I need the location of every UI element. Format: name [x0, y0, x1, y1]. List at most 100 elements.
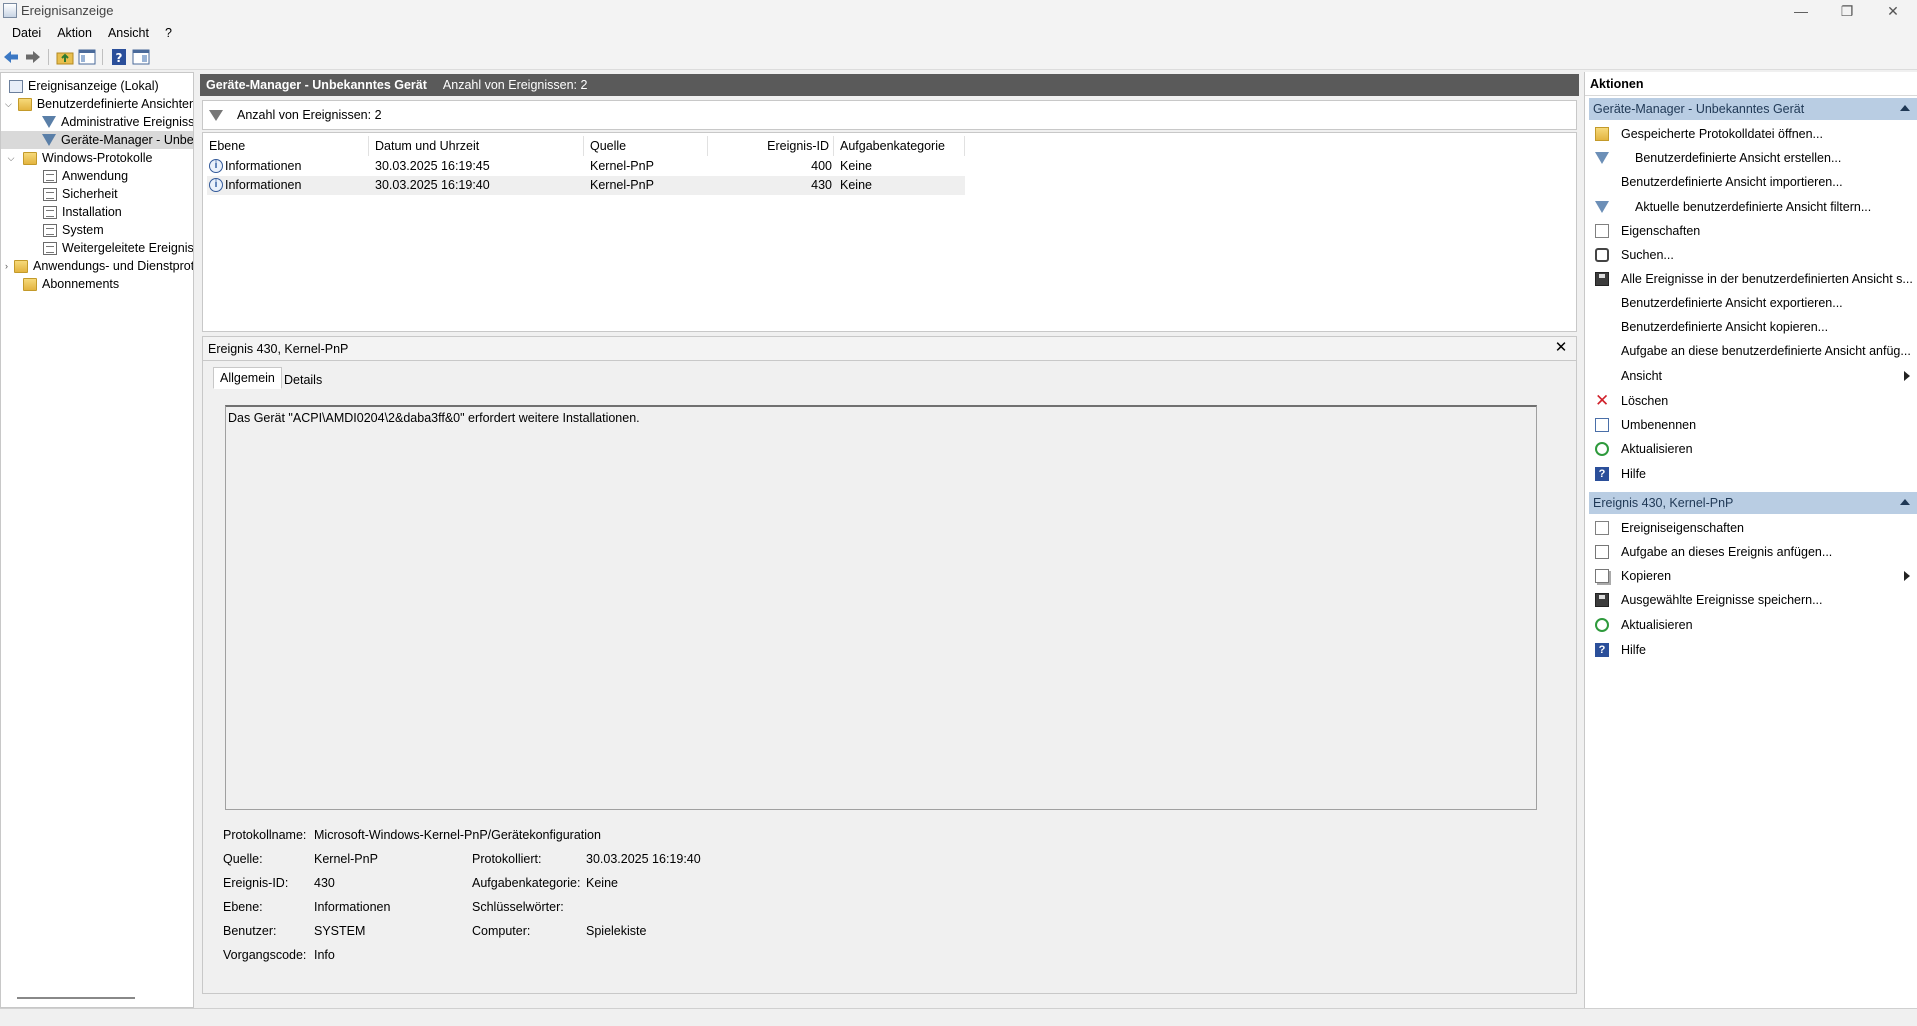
back-arrow-icon[interactable]	[2, 48, 20, 66]
tree-item-custom-views[interactable]: ⌵ Benutzerdefinierte Ansichten	[1, 95, 193, 113]
blank-icon	[1595, 344, 1609, 358]
action-create-custom-view[interactable]: Benutzerdefinierte Ansicht erstellen...	[1589, 146, 1917, 170]
tree-item-administrative-events[interactable]: Administrative Ereignisse	[1, 113, 193, 131]
table-row[interactable]: i Informationen 30.03.2025 16:19:45 Kern…	[207, 157, 965, 176]
refresh-icon	[1595, 618, 1609, 632]
field-label-event-id: Ereignis-ID:	[223, 876, 289, 890]
help-icon: ?	[1595, 467, 1609, 481]
menu-datei[interactable]: Datei	[4, 26, 49, 40]
title-bar: Ereignisanzeige — ❐ ✕	[0, 0, 1917, 22]
action-copy-custom-view[interactable]: Benutzerdefinierte Ansicht kopieren...	[1589, 315, 1917, 339]
actions-section-event[interactable]: Ereignis 430, Kernel-PnP	[1589, 492, 1917, 514]
tree-item-label: Windows-Protokolle	[42, 151, 153, 165]
action-label: Aufgabe an diese benutzerdefinierte Ansi…	[1621, 344, 1911, 358]
filter-icon	[42, 116, 56, 128]
action-open-saved-log[interactable]: Gespeicherte Protokolldatei öffnen...	[1589, 122, 1917, 146]
action-label: Gespeicherte Protokolldatei öffnen...	[1621, 127, 1823, 141]
restore-button[interactable]: ❐	[1824, 0, 1870, 22]
action-help[interactable]: ? Hilfe	[1589, 462, 1917, 486]
action-refresh-event[interactable]: Aktualisieren	[1589, 613, 1917, 637]
table-row[interactable]: i Informationen 30.03.2025 16:19:40 Kern…	[207, 176, 965, 195]
action-attach-task-to-view[interactable]: Aufgabe an diese benutzerdefinierte Ansi…	[1589, 339, 1917, 363]
filter-icon	[209, 109, 223, 121]
action-label: Alle Ereignisse in der benutzerdefiniert…	[1621, 272, 1913, 286]
action-label: Benutzerdefinierte Ansicht exportieren..…	[1621, 296, 1843, 310]
action-rename[interactable]: Umbenennen	[1589, 413, 1917, 437]
detail-close-icon[interactable]: ✕	[1552, 339, 1570, 357]
tab-details[interactable]: Details	[278, 369, 328, 391]
menu-ansicht[interactable]: Ansicht	[100, 26, 157, 40]
chevron-up-icon[interactable]	[1900, 499, 1910, 505]
tab-allgemein[interactable]: Allgemein	[213, 367, 282, 389]
tree-item-event-viewer-local[interactable]: Ereignisanzeige (Lokal)	[1, 77, 193, 95]
attach-task-icon	[1595, 545, 1609, 559]
tree-item-security[interactable]: Sicherheit	[1, 185, 193, 203]
center-header: Geräte-Manager - Unbekanntes Gerät Anzah…	[200, 74, 1579, 96]
chevron-down-icon[interactable]: ⌵	[5, 153, 17, 164]
events-table: Ebene Datum und Uhrzeit Quelle Ereignis-…	[202, 132, 1577, 332]
action-view-submenu[interactable]: Ansicht	[1589, 364, 1917, 388]
detail-header: Ereignis 430, Kernel-PnP	[203, 337, 1576, 361]
actions-section-view[interactable]: Geräte-Manager - Unbekanntes Gerät	[1589, 98, 1917, 120]
column-header-source[interactable]: Quelle	[584, 136, 708, 156]
tree-item-device-manager-unknown[interactable]: Geräte-Manager - Unbekanntes Gerät	[1, 131, 193, 149]
action-delete[interactable]: ✕ Löschen	[1589, 389, 1917, 413]
event-message-box[interactable]: Das Gerät "ACPI\AMDI0204\2&daba3ff&0" er…	[225, 405, 1537, 810]
close-button[interactable]: ✕	[1870, 0, 1916, 22]
action-attach-task-to-event[interactable]: Aufgabe an dieses Ereignis anfügen...	[1589, 540, 1917, 564]
tree-item-applications-services-logs[interactable]: › Anwendungs- und Dienstprotokolle	[1, 257, 193, 275]
forward-arrow-icon[interactable]	[24, 48, 42, 66]
minimize-button[interactable]: —	[1778, 0, 1824, 22]
tree-item-label: Anwendung	[62, 169, 129, 183]
event-count: Anzahl von Ereignissen: 2	[442, 78, 588, 92]
log-icon	[43, 223, 57, 237]
column-header-level[interactable]: Ebene	[203, 136, 369, 156]
field-label-computer: Computer:	[472, 924, 531, 938]
action-save-all-events[interactable]: Alle Ereignisse in der benutzerdefiniert…	[1589, 267, 1917, 291]
tree-item-subscriptions[interactable]: Abonnements	[1, 275, 193, 293]
tree-item-system[interactable]: System	[1, 221, 193, 239]
action-export-custom-view[interactable]: Benutzerdefinierte Ansicht exportieren..…	[1589, 291, 1917, 315]
menu-help[interactable]: ?	[157, 26, 180, 40]
tree-item-setup[interactable]: Installation	[1, 203, 193, 221]
tree-item-label: Ereignisanzeige (Lokal)	[28, 79, 159, 93]
action-find[interactable]: Suchen...	[1589, 243, 1917, 267]
cell-source: Kernel-PnP	[590, 159, 654, 173]
action-properties[interactable]: Eigenschaften	[1589, 219, 1917, 243]
column-header-event-id[interactable]: Ereignis-ID	[708, 136, 834, 156]
column-header-task-category[interactable]: Aufgabenkategorie	[834, 136, 965, 156]
chevron-right-icon[interactable]: ›	[5, 261, 8, 271]
action-filter-current-view[interactable]: Aktuelle benutzerdefinierte Ansicht filt…	[1589, 195, 1917, 219]
show-hide-console-tree-icon[interactable]	[78, 48, 96, 66]
refresh-icon	[1595, 442, 1609, 456]
tree-horizontal-scrollbar[interactable]	[17, 997, 135, 999]
folder-up-icon[interactable]	[56, 48, 74, 66]
action-refresh[interactable]: Aktualisieren	[1589, 437, 1917, 461]
tree-item-label: Geräte-Manager - Unbekanntes Gerät	[61, 133, 193, 147]
action-import-custom-view[interactable]: Benutzerdefinierte Ansicht importieren..…	[1589, 170, 1917, 194]
blank-icon	[1595, 320, 1609, 334]
field-label-task-category: Aufgabenkategorie:	[472, 876, 581, 890]
save-icon	[1595, 593, 1609, 607]
show-hide-action-pane-icon[interactable]	[132, 48, 150, 66]
event-properties-icon	[1595, 521, 1609, 535]
action-save-selected-events[interactable]: Ausgewählte Ereignisse speichern...	[1589, 588, 1917, 612]
event-viewer-app-icon	[3, 3, 17, 18]
field-value-log-name: Microsoft-Windows-Kernel-PnP/Gerätekonfi…	[314, 828, 601, 842]
tree-item-application[interactable]: Anwendung	[1, 167, 193, 185]
blank-icon	[1595, 296, 1609, 310]
chevron-up-icon[interactable]	[1900, 105, 1910, 111]
tree-item-label: Administrative Ereignisse	[61, 115, 193, 129]
menu-aktion[interactable]: Aktion	[49, 26, 100, 40]
help-icon[interactable]: ?	[110, 48, 128, 66]
chevron-down-icon[interactable]: ⌵	[5, 99, 12, 110]
help-icon: ?	[1595, 643, 1609, 657]
action-event-properties[interactable]: Ereigniseigenschaften	[1589, 516, 1917, 540]
action-label: Eigenschaften	[1621, 224, 1701, 238]
action-label: Ausgewählte Ereignisse speichern...	[1621, 593, 1823, 607]
tree-item-forwarded-events[interactable]: Weitergeleitete Ereignisse	[1, 239, 193, 257]
column-header-datetime[interactable]: Datum und Uhrzeit	[369, 136, 584, 156]
action-copy[interactable]: Kopieren	[1589, 564, 1917, 588]
action-help-event[interactable]: ? Hilfe	[1589, 638, 1917, 662]
tree-item-windows-logs[interactable]: ⌵ Windows-Protokolle	[1, 149, 193, 167]
